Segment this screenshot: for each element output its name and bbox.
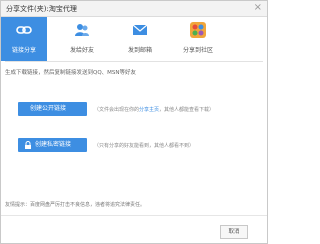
title-bar: 分享文件(夹):淘宝代理 × <box>1 1 267 17</box>
footer-notice: 友情提示：百度网盘严厉打击不良信息，违者将追究法律责任。 <box>5 202 146 208</box>
divider <box>5 61 263 62</box>
mail-icon <box>132 24 148 35</box>
link-share-icon <box>16 26 32 34</box>
create-private-link-button[interactable]: 创建私密链接 <box>18 138 87 152</box>
tab-share-community[interactable]: 分享到社区 <box>175 17 221 61</box>
friends-icon <box>75 24 89 36</box>
create-public-link-button[interactable]: 创建公开链接 <box>18 102 87 116</box>
footer-divider <box>1 215 267 216</box>
cancel-button[interactable]: 取消 <box>220 225 248 239</box>
tab-send-friends[interactable]: 发给好友 <box>59 17 105 61</box>
tab-label: 分享到社区 <box>182 47 213 54</box>
community-icon <box>190 22 206 38</box>
tab-label: 链接分享 <box>11 47 36 54</box>
share-description: 生成下载链接，然后复制链接发送到QQ、MSN等好友 <box>5 70 137 76</box>
close-icon[interactable]: × <box>254 2 262 13</box>
share-dialog: 分享文件(夹):淘宝代理 × 链接分享 发给好友 发到邮箱 分享到社区 生成下载… <box>0 0 268 244</box>
tab-label: 发给好友 <box>69 47 94 54</box>
dialog-title: 分享文件(夹):淘宝代理 <box>6 5 77 13</box>
button-label: 创建公开链接 <box>30 105 67 112</box>
public-link-note: （文件会出现在你的分享主页，其他人都能查看下载） <box>94 106 214 113</box>
private-link-note: （只有分享的好友能看到，其他人都看不到） <box>94 143 195 149</box>
button-label: 创建私密链接 <box>35 141 72 148</box>
note-text: （文件会出现在你的 <box>94 107 140 113</box>
tab-link-share[interactable]: 链接分享 <box>1 17 47 61</box>
share-homepage-link[interactable]: 分享主页 <box>139 107 159 113</box>
share-tabs: 链接分享 发给好友 发到邮箱 分享到社区 <box>1 17 267 61</box>
tab-label: 发到邮箱 <box>127 47 152 54</box>
note-text: ，其他人都能查看下载） <box>159 107 215 113</box>
lock-icon <box>25 141 31 149</box>
tab-send-email[interactable]: 发到邮箱 <box>117 17 163 61</box>
